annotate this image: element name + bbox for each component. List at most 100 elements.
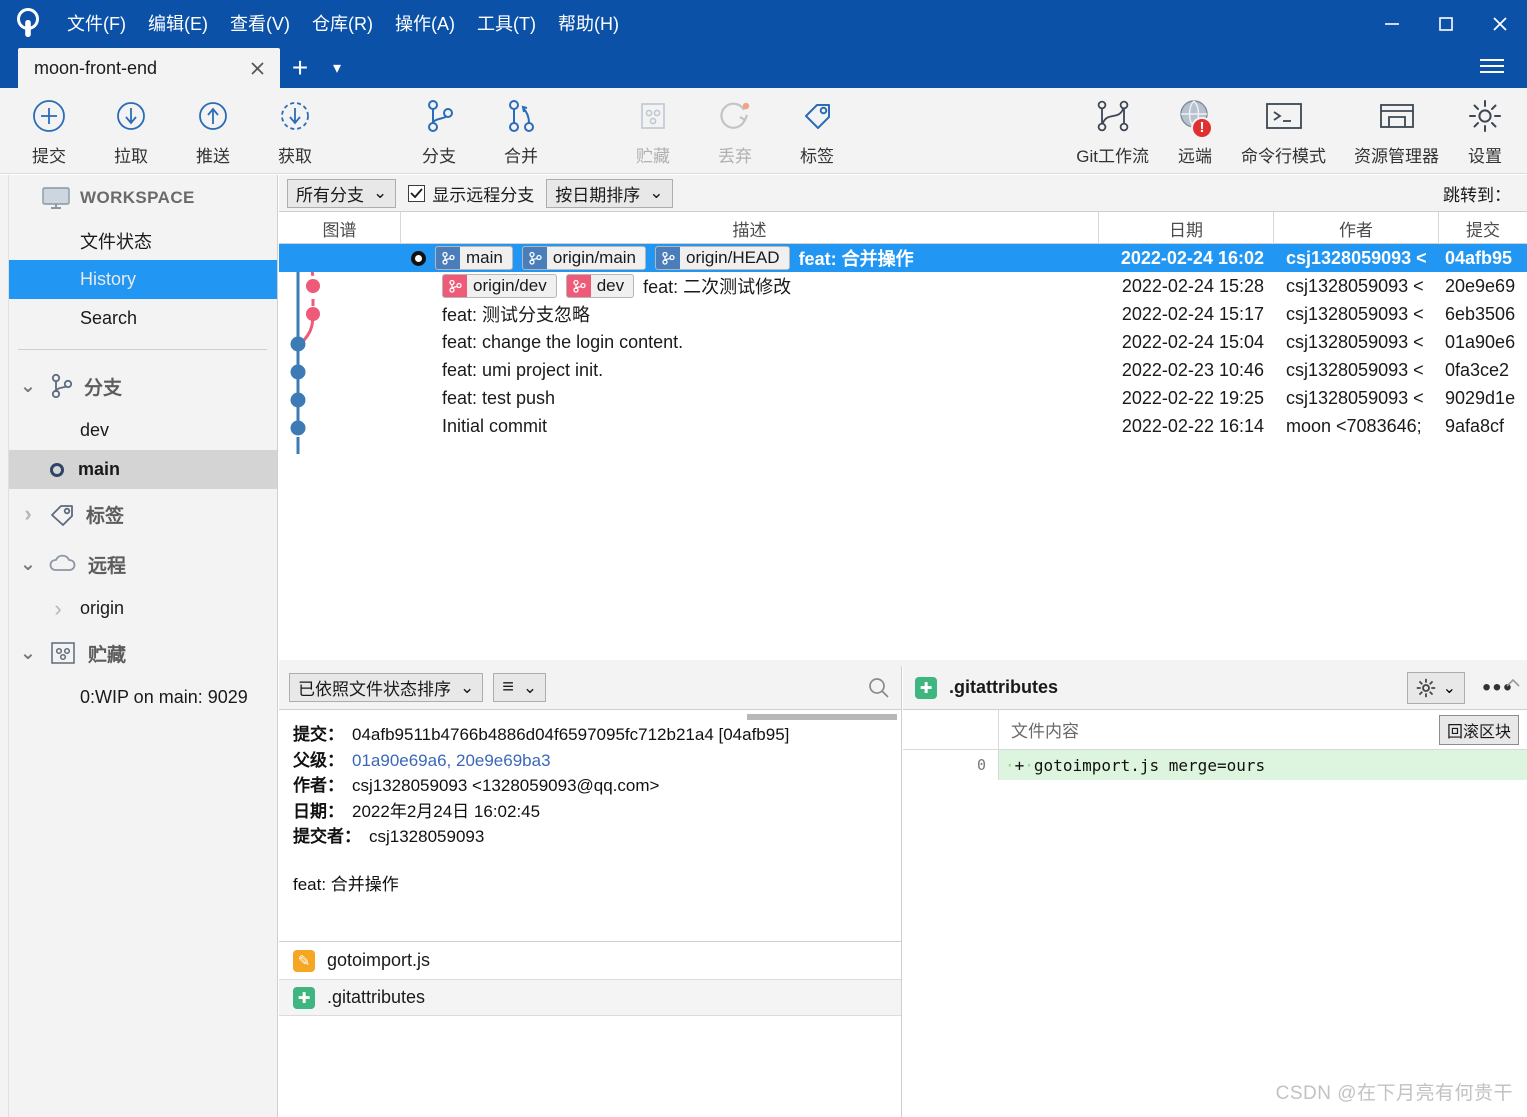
minimize-button[interactable] <box>1365 0 1419 48</box>
commit-row[interactable]: Initial commit 2022-02-22 16:14 moon <70… <box>279 412 1527 440</box>
file-modified-icon: ✎ <box>293 949 315 972</box>
sidebar-item-label: History <box>80 269 137 289</box>
branch-filter-dropdown[interactable]: 所有分支 ⌄ <box>287 178 397 208</box>
ref-badge[interactable]: origin/HEAD <box>655 246 790 270</box>
toolbar-stash-label: 贮藏 <box>636 146 670 166</box>
file-row[interactable]: ✎ gotoimport.js <box>279 942 901 979</box>
sidebar-branch-main[interactable]: main <box>0 450 277 489</box>
ref-label: origin/HEAD <box>686 248 780 267</box>
terminal-icon <box>1264 95 1304 137</box>
column-header-description[interactable]: 描述 <box>401 212 1099 244</box>
sidebar-item-file-status[interactable]: 文件状态 <box>0 221 277 260</box>
menu-file[interactable]: 文件(F) <box>56 8 137 40</box>
column-header-graph[interactable]: 图谱 <box>279 212 401 244</box>
file-sort-dropdown[interactable]: 已依照文件状态排序 ⌄ <box>289 673 484 702</box>
toolbar-pull-button[interactable]: 拉取 <box>90 91 172 171</box>
toolbar-remote-button[interactable]: ! 远端 <box>1163 91 1227 171</box>
commit-hash: 01a90e6 <box>1445 331 1516 352</box>
sidebar-remote-origin[interactable]: › origin <box>0 589 277 628</box>
close-button[interactable] <box>1473 0 1527 48</box>
commit-row[interactable]: feat: 测试分支忽略 2022-02-24 15:17 csj1328059… <box>279 300 1527 328</box>
commit-row[interactable]: origin/dev dev feat: 二次测试修改 2022-02-24 1… <box>279 272 1527 300</box>
sidebar-group-branches[interactable]: ⌄ 分支 <box>0 361 277 411</box>
commit-row[interactable]: feat: test push 2022-02-22 19:25 csj1328… <box>279 384 1527 412</box>
sidebar-group-tags[interactable]: › 标签 <box>0 489 277 539</box>
branch-icon <box>436 247 460 269</box>
scroll-up-icon[interactable] <box>1503 672 1523 694</box>
tab-list-dropdown-icon[interactable]: ▾ <box>320 48 354 88</box>
detail-parents-link[interactable]: 01a90e69a6, 20e9e69ba3 <box>352 748 551 774</box>
sidebar-item-history[interactable]: History <box>0 260 277 299</box>
ref-badge[interactable]: dev <box>565 274 635 298</box>
ref-badge[interactable]: origin/dev <box>442 274 557 298</box>
detail-scrollbar[interactable] <box>747 714 897 720</box>
chevron-down-icon[interactable]: ⌄ <box>18 375 38 398</box>
toolbar-gitflow-button[interactable]: Git工作流 <box>1062 91 1163 171</box>
chevron-right-icon[interactable]: › <box>18 501 38 527</box>
toolbar-merge-button[interactable]: 合并 <box>480 91 562 171</box>
toolbar-stash-button[interactable]: 贮藏 <box>612 91 694 171</box>
jump-to-label: 跳转到： <box>1443 185 1511 205</box>
toolbar-fetch-button[interactable]: 获取 <box>254 91 336 171</box>
commit-graph-cell <box>279 272 401 300</box>
chevron-down-icon[interactable]: ⌄ <box>18 642 38 665</box>
diff-line[interactable]: 0 · + · gotoimport.js merge=ours <box>903 750 1527 780</box>
commit-list[interactable]: main origin/main origin/HEAD feat: 合并操作 … <box>279 244 1527 660</box>
column-header-date[interactable]: 日期 <box>1099 212 1274 244</box>
toolbar-branch-button[interactable]: 分支 <box>398 91 480 171</box>
menu-tools[interactable]: 工具(T) <box>466 8 547 40</box>
toolbar-tag-button[interactable]: 标签 <box>776 91 858 171</box>
tab-moon-front-end[interactable]: moon-front-end <box>18 48 280 88</box>
ref-badge[interactable]: origin/main <box>521 246 647 270</box>
commit-message: feat: 测试分支忽略 <box>442 305 591 325</box>
changed-file-list[interactable]: ✎ gotoimport.js ✚ .gitattributes <box>279 941 901 1016</box>
column-header-author[interactable]: 作者 <box>1274 212 1439 244</box>
sort-order-dropdown[interactable]: 按日期排序 ⌄ <box>546 178 673 208</box>
diff-pane: ✚ .gitattributes ⌄ ••• 文件内容 回滚区块 0 · + ·… <box>903 666 1527 1117</box>
new-tab-button[interactable]: + <box>280 48 320 88</box>
commit-description-cell: main origin/main origin/HEAD feat: 合并操作 <box>401 244 1099 272</box>
commit-row[interactable]: feat: change the login content. 2022-02-… <box>279 328 1527 356</box>
file-row[interactable]: ✚ .gitattributes <box>279 979 901 1016</box>
menu-edit[interactable]: 编辑(E) <box>137 8 219 40</box>
tab-close-icon[interactable] <box>244 55 270 81</box>
tab-strip: moon-front-end + ▾ <box>0 48 1527 88</box>
toolbar-discard-button[interactable]: 丢弃 <box>694 91 776 171</box>
commit-row[interactable]: feat: umi project init. 2022-02-23 10:46… <box>279 356 1527 384</box>
gear-icon <box>1467 95 1503 137</box>
menu-help[interactable]: 帮助(H) <box>547 8 630 40</box>
chevron-down-icon[interactable]: ⌄ <box>18 553 38 576</box>
sidebar-stash-item[interactable]: 0:WIP on main: 9029 <box>0 678 277 717</box>
view-mode-dropdown[interactable]: ≡ ⌄ <box>493 673 547 702</box>
commit-description-cell: origin/dev dev feat: 二次测试修改 <box>401 272 1099 300</box>
sidebar-group-remotes[interactable]: ⌄ 远程 <box>0 539 277 589</box>
detail-field-parents: 父级： 01a90e69a6, 20e9e69ba3 <box>293 748 887 774</box>
commit-row[interactable]: main origin/main origin/HEAD feat: 合并操作 … <box>279 244 1527 272</box>
diff-settings-button[interactable]: ⌄ <box>1406 671 1465 704</box>
toolbar-explorer-button[interactable]: 资源管理器 <box>1340 91 1453 171</box>
column-header-commit[interactable]: 提交 <box>1439 212 1527 244</box>
rollback-hunk-button[interactable]: 回滚区块 <box>1438 714 1519 745</box>
sidebar-group-stashes[interactable]: ⌄ 贮藏 <box>0 628 277 678</box>
toolbar-commit-button[interactable]: 提交 <box>8 91 90 171</box>
menu-view[interactable]: 查看(V) <box>219 8 301 40</box>
toolbar-push-button[interactable]: 推送 <box>172 91 254 171</box>
menu-actions[interactable]: 操作(A) <box>384 8 466 40</box>
ref-badge[interactable]: main <box>435 246 513 270</box>
chevron-right-icon[interactable]: › <box>48 596 68 622</box>
search-icon[interactable] <box>867 676 891 700</box>
sidebar-branch-dev[interactable]: dev <box>0 411 277 450</box>
sidebar-item-search[interactable]: Search <box>0 299 277 338</box>
sidebar-workspace-header[interactable]: WORKSPACE <box>0 175 277 221</box>
hamburger-menu-icon[interactable] <box>1469 49 1515 83</box>
sidebar-scrollbar[interactable] <box>0 175 9 1117</box>
commit-message: feat: 合并操作 <box>798 249 914 269</box>
maximize-button[interactable] <box>1419 0 1473 48</box>
menu-repository[interactable]: 仓库(R) <box>301 8 384 40</box>
main-toolbar: 提交 拉取 推送 获取 分支 合并 贮藏 丢弃 标签 Git工作流 ! 远端 命… <box>0 88 1527 174</box>
toolbar-terminal-button[interactable]: 命令行模式 <box>1227 91 1340 171</box>
toolbar-settings-button[interactable]: 设置 <box>1453 91 1517 171</box>
tag-icon <box>48 501 76 527</box>
fetch-dashed-circle-icon <box>277 95 313 137</box>
show-remote-branches-checkbox[interactable]: 显示远程分支 <box>408 181 534 206</box>
